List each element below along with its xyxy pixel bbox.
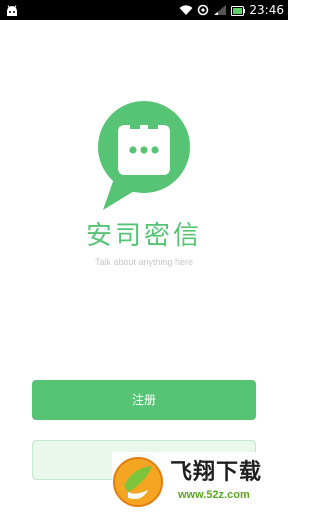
status-time: 23:46	[249, 3, 284, 17]
wifi-icon	[179, 1, 193, 20]
app-name: 安司密信	[85, 221, 202, 251]
watermark-overlay: 飞翔下载 www.52z.com	[112, 452, 288, 512]
battery-icon	[231, 1, 246, 20]
watermark-url: www.52z.com	[178, 489, 250, 501]
android-icon	[5, 3, 19, 22]
app-logo-icon	[97, 100, 192, 215]
signal-icon	[213, 1, 227, 20]
app-tagline: Talk about anything here	[94, 257, 194, 267]
sync-icon	[197, 1, 209, 20]
status-bar: 23:46	[0, 0, 288, 20]
register-button[interactable]: 注册	[32, 380, 256, 420]
watermark-title: 飞翔下载	[170, 460, 263, 485]
watermark-logo-icon	[112, 452, 168, 516]
